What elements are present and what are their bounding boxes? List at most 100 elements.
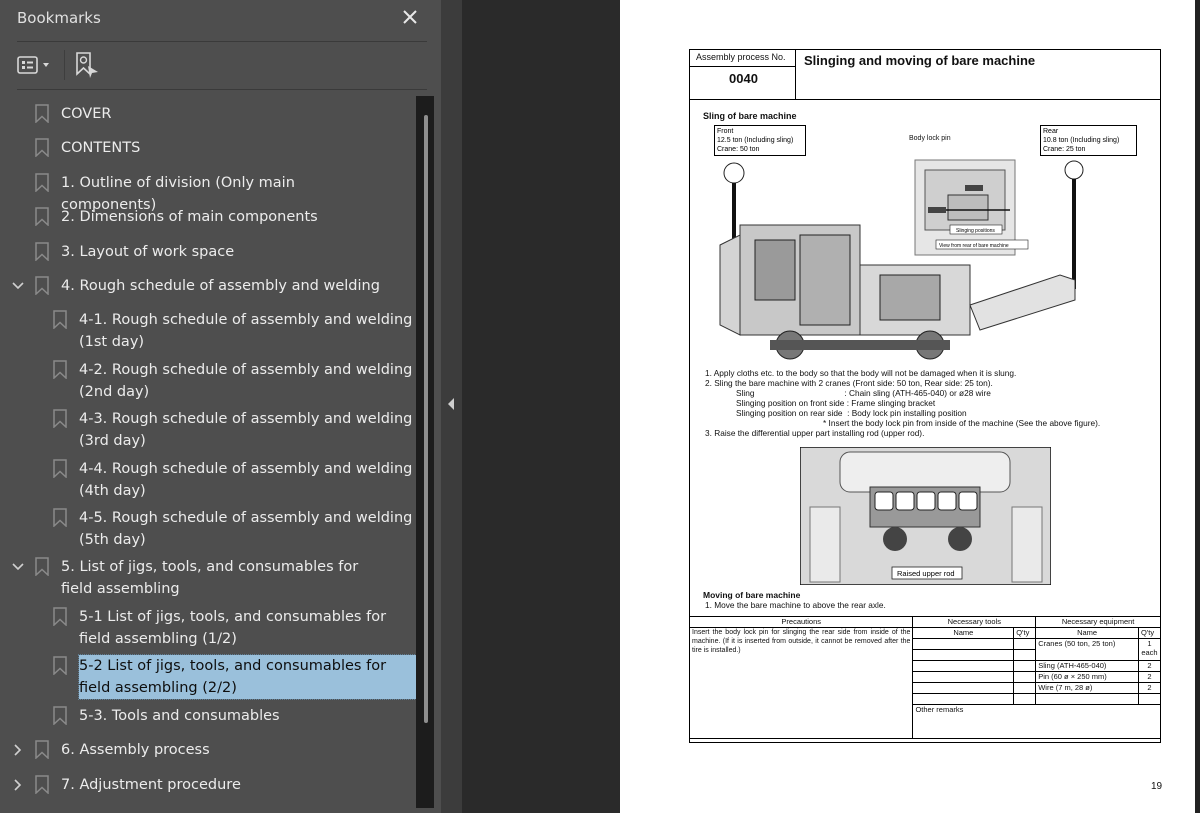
step-2-note: * Insert the body lock pin from inside o… [823, 418, 1101, 428]
bookmark-ribbon-icon [53, 508, 67, 527]
bookmark-item[interactable]: 2. Dimensions of main components [0, 205, 416, 229]
chevron-left-icon [448, 398, 454, 410]
step-2: 2. Sling the bare machine with 2 cranes … [705, 378, 993, 388]
bookmark-ribbon-icon [53, 607, 67, 626]
bookmark-ribbon-icon [53, 409, 67, 428]
rear-crane: Crane: 25 ton [1043, 146, 1086, 153]
chevron-down-icon [43, 63, 49, 67]
equipment-name: Sling (ATH-465-040) [1035, 660, 1139, 672]
panel-title: Bookmarks [17, 9, 101, 27]
upper-rod-photo: Raised upper rod [800, 447, 1051, 585]
equipment-qty: 2 [1137, 682, 1162, 694]
bookmark-ribbon-icon [35, 138, 49, 157]
body-lock-pin-label: Body lock pin [909, 135, 951, 142]
bookmark-label: 4-4. Rough schedule of assembly and weld… [79, 461, 413, 499]
bookmark-label: 5-2 List of jigs, tools, and consumables… [78, 654, 416, 700]
step-3: 3. Raise the differential upper part ins… [705, 428, 925, 438]
chevron-right-icon[interactable] [11, 778, 25, 792]
bookmark-item[interactable]: 1. Outline of division (Only main compon… [0, 171, 416, 213]
page-title: Slinging and moving of bare machine [804, 53, 1036, 68]
moving-heading: Moving of bare machine [703, 590, 801, 600]
step-2-rear: Slinging position on rear side : Body lo… [736, 408, 967, 418]
bookmark-ribbon-icon [35, 775, 49, 794]
bookmark-ribbon-icon [53, 656, 67, 675]
equipment-name: Wire (7 m, 28 ø) [1035, 682, 1139, 694]
bookmark-item[interactable]: 4-2. Rough schedule of assembly and weld… [0, 358, 416, 404]
slinging-positions-label: Slinging positions [956, 228, 995, 234]
bookmarks-panel: Bookmarks COVER CONTENTS 1. Outline of div… [0, 0, 441, 813]
bookmark-ribbon-icon [53, 360, 67, 379]
bookmark-item[interactable]: 7. Adjustment procedure [0, 773, 416, 797]
page-number: 19 [1151, 781, 1163, 792]
close-icon [403, 10, 417, 24]
bookmark-item[interactable]: 5-3. Tools and consumables [0, 704, 416, 728]
bookmark-ribbon-icon [35, 207, 49, 226]
tools-name-header: Name [912, 627, 1015, 639]
bookmark-item[interactable]: 4-4. Rough schedule of assembly and weld… [0, 457, 416, 503]
equipment-qty: 1 each [1137, 638, 1162, 661]
bookmark-label: 2. Dimensions of main components [61, 209, 318, 225]
bookmark-item[interactable]: 4-5. Rough schedule of assembly and weld… [0, 506, 416, 552]
bookmark-item[interactable]: 4. Rough schedule of assembly and weldin… [0, 274, 416, 298]
front-crane: Crane: 50 ton [717, 146, 760, 153]
precautions-text: Insert the body lock pin for slinging th… [688, 627, 914, 739]
chevron-down-icon[interactable] [11, 560, 25, 574]
pdf-page: Assembly process No. 0040 Slinging and m… [620, 0, 1195, 813]
process-no-label: Assembly process No. [696, 52, 786, 62]
bookmark-label: CONTENTS [61, 140, 141, 156]
bookmark-options-button[interactable] [17, 54, 57, 78]
bookmark-ribbon-icon [35, 740, 49, 759]
step-2-front: Slinging position on front side : Frame … [736, 398, 936, 408]
raised-rod-label: Raised upper rod [897, 569, 955, 578]
chevron-down-icon[interactable] [11, 279, 25, 293]
front-weight-box: Front 12.5 ton (Including sling) Crane: … [714, 125, 806, 156]
bookmark-item[interactable]: 4-1. Rough schedule of assembly and weld… [0, 308, 416, 354]
moving-step-1: 1. Move the bare machine to above the re… [705, 600, 886, 610]
close-panel-button[interactable] [399, 6, 421, 28]
bookmark-label: 4-1. Rough schedule of assembly and weld… [79, 312, 413, 350]
bookmark-item[interactable]: CONTENTS [0, 136, 416, 160]
bookmark-item[interactable]: 5-2 List of jigs, tools, and consumables… [0, 654, 416, 700]
tools-qty-header: Q'ty [1013, 627, 1037, 639]
find-current-bookmark-button[interactable] [76, 52, 100, 80]
bookmark-label: 7. Adjustment procedure [61, 777, 241, 793]
bookmark-ribbon-icon [53, 459, 67, 478]
bookmark-ribbon-icon [35, 173, 49, 192]
requirements-table: Precautions Necessary tools Necessary eq… [688, 616, 1162, 739]
divider [17, 41, 427, 42]
bookmark-label: 5. List of jigs, tools, and consumables … [61, 559, 359, 597]
bookmark-label: 4-5. Rough schedule of assembly and weld… [79, 510, 413, 548]
bookmark-label: COVER [61, 106, 112, 122]
tools-header: Necessary tools [912, 616, 1037, 628]
view-label: View from rear of bare machine [939, 243, 1009, 249]
scrollbar-thumb[interactable] [424, 115, 428, 723]
viewer-edge [1195, 0, 1200, 813]
bookmark-item[interactable]: 3. Layout of work space [0, 240, 416, 264]
equipment-qty: 2 [1137, 660, 1162, 672]
equipment-name: Cranes (50 ton, 25 ton) [1035, 638, 1139, 661]
bookmark-item[interactable]: 5. List of jigs, tools, and consumables … [0, 555, 416, 601]
bookmark-item[interactable]: 6. Assembly process [0, 738, 416, 762]
equipment-header: Necessary equipment [1035, 616, 1161, 628]
bookmark-ribbon-icon [53, 310, 67, 329]
equipment-name: Pin (60 ø × 250 mm) [1035, 671, 1139, 683]
rear-label: Rear [1043, 128, 1059, 135]
bookmark-label: 4-2. Rough schedule of assembly and weld… [79, 362, 413, 400]
bookmark-item[interactable]: 5-1 List of jigs, tools, and consumables… [0, 605, 416, 651]
bookmark-ribbon-icon [53, 706, 67, 725]
rear-weight: 10.8 ton (Including sling) [1043, 137, 1120, 144]
equipment-name-header: Name [1035, 627, 1139, 639]
bookmark-ribbon-icon [35, 276, 49, 295]
front-label: Front [717, 128, 734, 135]
bookmark-label: 4. Rough schedule of assembly and weldin… [61, 278, 380, 294]
bookmark-label: 5-1 List of jigs, tools, and consumables… [79, 609, 387, 647]
sling-heading: Sling of bare machine [703, 111, 797, 121]
process-no: 0040 [729, 71, 758, 86]
rear-weight-box: Rear 10.8 ton (Including sling) Crane: 2… [1040, 125, 1137, 156]
bookmark-label: 4-3. Rough schedule of assembly and weld… [79, 411, 413, 449]
precautions-header: Precautions [688, 616, 914, 628]
chevron-right-icon[interactable] [11, 743, 25, 757]
toolbar-divider [64, 50, 65, 80]
bookmark-item[interactable]: 4-3. Rough schedule of assembly and weld… [0, 407, 416, 453]
bookmark-item[interactable]: COVER [0, 102, 416, 126]
